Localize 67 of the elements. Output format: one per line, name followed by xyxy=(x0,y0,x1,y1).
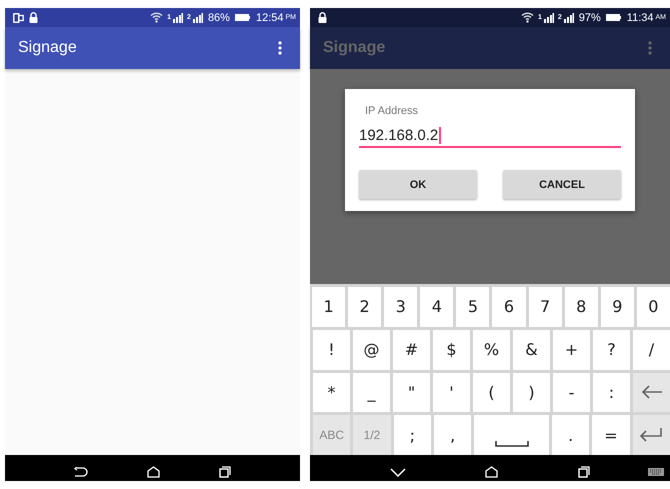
app-title: Signage xyxy=(323,39,386,57)
recent-apps-icon[interactable] xyxy=(218,466,231,478)
key[interactable]: , xyxy=(434,415,472,455)
key[interactable]: 2 xyxy=(348,287,382,327)
clock-time: 11:34 xyxy=(626,12,654,24)
key[interactable]: - xyxy=(553,372,590,412)
key[interactable]: ! xyxy=(313,330,350,370)
key[interactable]: # xyxy=(393,330,430,370)
key[interactable]: / xyxy=(633,330,670,370)
battery-icon xyxy=(234,14,250,21)
space-key[interactable] xyxy=(474,415,549,455)
key[interactable]: 9 xyxy=(600,287,634,327)
app-title: Signage xyxy=(18,39,77,57)
key[interactable]: 1 xyxy=(312,287,346,327)
key[interactable]: 4 xyxy=(420,287,454,327)
key[interactable]: = xyxy=(592,415,630,455)
wifi-icon xyxy=(520,12,534,23)
overflow-menu-icon[interactable] xyxy=(648,41,652,55)
key[interactable]: & xyxy=(513,330,550,370)
battery-percent: 86% xyxy=(208,12,230,24)
space-icon xyxy=(494,441,529,447)
ip-address-field[interactable]: 192.168.0.2 xyxy=(359,127,621,148)
left-arrow-icon xyxy=(640,385,662,400)
key[interactable]: 7 xyxy=(528,287,562,327)
key[interactable]: ; xyxy=(394,415,431,455)
lock-icon xyxy=(318,12,327,23)
key[interactable]: " xyxy=(393,372,430,412)
key[interactable]: _ xyxy=(353,372,390,412)
key[interactable]: * xyxy=(313,372,350,412)
signal-icon xyxy=(544,12,554,22)
wifi-icon xyxy=(150,12,164,23)
key[interactable]: 8 xyxy=(564,287,598,327)
key[interactable]: ) xyxy=(513,372,550,412)
home-icon[interactable] xyxy=(146,466,160,478)
signal-icon xyxy=(192,12,203,22)
key[interactable]: ? xyxy=(593,330,630,370)
key[interactable]: % xyxy=(473,330,510,370)
key[interactable]: + xyxy=(553,330,590,370)
keyboard-icon[interactable] xyxy=(648,468,664,476)
battery-percent: 97% xyxy=(578,12,601,24)
enter-arrow-icon xyxy=(639,428,664,442)
key[interactable]: $ xyxy=(433,330,470,370)
dialog-button[interactable]: OK xyxy=(359,170,477,199)
phone-screen-icon xyxy=(13,12,24,22)
back-icon[interactable] xyxy=(74,466,88,478)
battery-icon xyxy=(606,14,621,21)
backspace-key[interactable] xyxy=(633,372,670,412)
clock-time: 12:54 xyxy=(256,12,284,24)
key[interactable]: . xyxy=(552,415,590,455)
home-icon[interactable] xyxy=(485,466,498,478)
dialog-button[interactable]: CANCEL xyxy=(503,170,621,199)
key[interactable]: 6 xyxy=(492,287,526,327)
key[interactable]: 3 xyxy=(384,287,418,327)
enter-key[interactable] xyxy=(632,415,670,455)
key[interactable]: ( xyxy=(473,372,510,412)
key[interactable]: @ xyxy=(353,330,390,370)
lock-icon xyxy=(29,12,38,23)
key[interactable]: 0 xyxy=(636,287,670,327)
dialog-title: IP Address xyxy=(365,105,419,117)
signal-icon xyxy=(173,12,184,22)
overflow-menu-icon[interactable] xyxy=(278,41,282,55)
chevron-down-icon[interactable] xyxy=(390,468,406,476)
key[interactable]: ' xyxy=(433,372,470,412)
recent-apps-icon[interactable] xyxy=(578,466,590,478)
signal-icon xyxy=(564,12,574,22)
key[interactable]: 5 xyxy=(456,287,490,327)
key[interactable]: : xyxy=(593,372,630,412)
